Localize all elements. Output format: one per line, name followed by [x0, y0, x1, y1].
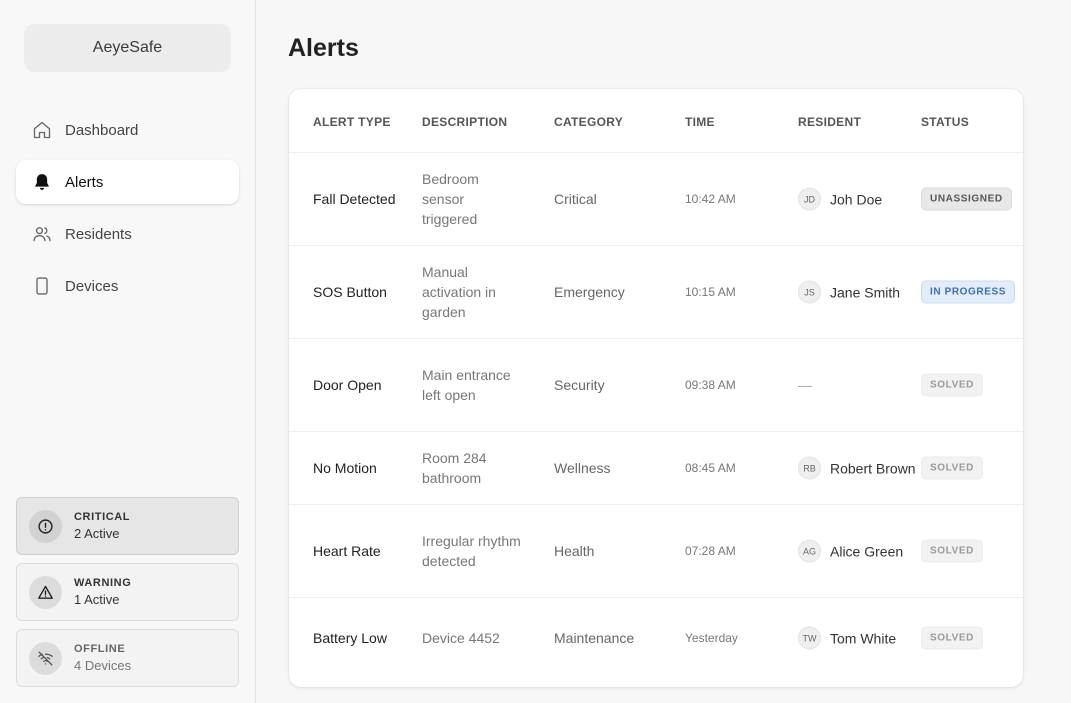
- app-logo[interactable]: AeyeSafe: [24, 24, 231, 72]
- table-row[interactable]: Door Open Main entrance left open Securi…: [289, 339, 1023, 432]
- status-cell: SOLVED: [921, 539, 983, 563]
- sidebar-item-alerts[interactable]: Alerts: [16, 160, 239, 204]
- device-icon: [32, 276, 52, 296]
- sidebar-item-dashboard[interactable]: Dashboard: [16, 108, 239, 152]
- resident-cell[interactable]: JD Joh Doe: [798, 187, 883, 211]
- resident-cell: —: [798, 377, 812, 393]
- description-cell: Bedroom sensor triggered: [422, 171, 479, 227]
- status-cell: SOLVED: [921, 373, 983, 397]
- status-cell: SOLVED: [921, 626, 983, 650]
- time-cell: 09:38 AM: [685, 378, 736, 392]
- avatar: JD: [798, 187, 821, 211]
- app-name: AeyeSafe: [92, 39, 163, 56]
- wifi-off-icon: [29, 641, 62, 675]
- stat-label: CRITICAL: [74, 511, 131, 523]
- time-cell: 10:42 AM: [685, 192, 736, 206]
- status-cell: SOLVED: [921, 456, 983, 480]
- alert-type-cell: Door Open: [313, 377, 382, 393]
- sidebar-item-label: Devices: [65, 277, 119, 295]
- table-row[interactable]: Heart Rate Irregular rhythm detected Hea…: [289, 505, 1023, 598]
- sidebar-item-label: Residents: [65, 225, 132, 243]
- status-badge[interactable]: SOLVED: [921, 626, 983, 650]
- warning-triangle-icon: [29, 575, 62, 609]
- category-cell: Health: [554, 543, 595, 559]
- sidebar-item-label: Alerts: [65, 173, 104, 191]
- status-badge[interactable]: SOLVED: [921, 539, 983, 563]
- description-cell: Manual activation in garden: [422, 264, 496, 320]
- table-row[interactable]: SOS Button Manual activation in garden E…: [289, 246, 1023, 339]
- description-cell: Main entrance left open: [422, 367, 511, 403]
- resident-name: Joh Doe: [830, 191, 883, 207]
- table-row[interactable]: Battery Low Device 4452 Maintenance Yest…: [289, 598, 1023, 678]
- alert-circle-icon: [29, 509, 62, 543]
- resident-name: Tom White: [830, 630, 897, 646]
- resident-name: Robert Brown: [830, 460, 916, 476]
- description-cell: Room 284 bathroom: [422, 450, 487, 486]
- status-badge[interactable]: SOLVED: [921, 456, 983, 480]
- offline-stat-card[interactable]: OFFLINE 4 Devices: [16, 629, 239, 687]
- description-cell: Irregular rhythm detected: [422, 533, 521, 569]
- critical-stat-card[interactable]: CRITICAL 2 Active: [16, 497, 239, 555]
- sidebar-nav: Dashboard Alerts Residents Devices: [16, 108, 239, 316]
- users-icon: [32, 224, 52, 244]
- time-cell: 08:45 AM: [685, 461, 736, 475]
- description-cell: Device 4452: [422, 630, 500, 646]
- bell-icon: [32, 172, 52, 192]
- table-row[interactable]: No Motion Room 284 bathroom Wellness 08:…: [289, 432, 1023, 505]
- status-badge[interactable]: UNASSIGNED: [921, 187, 1012, 211]
- avatar: RB: [798, 456, 821, 480]
- alert-type-cell: Heart Rate: [313, 543, 381, 559]
- alert-type-cell: No Motion: [313, 460, 377, 476]
- resident-cell[interactable]: AG Alice Green: [798, 539, 904, 563]
- avatar: AG: [798, 539, 821, 563]
- category-cell: Maintenance: [554, 630, 635, 646]
- stat-value: 4 Devices: [74, 658, 132, 673]
- stat-label: OFFLINE: [74, 643, 126, 655]
- status-cell: UNASSIGNED: [921, 187, 1012, 211]
- table-header: ALERT TYPE DESCRIPTION CATEGORY TIME RES…: [289, 89, 1023, 153]
- avatar: JS: [798, 280, 821, 304]
- time-cell: Yesterday: [685, 631, 738, 645]
- alert-type-cell: Fall Detected: [313, 191, 396, 207]
- category-cell: Security: [554, 377, 605, 393]
- time-cell: 07:28 AM: [685, 544, 736, 558]
- resident-name: Jane Smith: [830, 284, 901, 300]
- stat-value: 2 Active: [74, 526, 120, 541]
- category-cell: Critical: [554, 191, 597, 207]
- category-cell: Emergency: [554, 284, 625, 300]
- column-header-category[interactable]: CATEGORY: [554, 115, 623, 129]
- column-header-resident[interactable]: RESIDENT: [798, 115, 861, 129]
- resident-cell[interactable]: JS Jane Smith: [798, 280, 901, 304]
- stat-value: 1 Active: [74, 592, 120, 607]
- resident-cell[interactable]: RB Robert Brown: [798, 456, 916, 480]
- status-badge[interactable]: IN PROGRESS: [921, 280, 1016, 304]
- sidebar-item-devices[interactable]: Devices: [16, 264, 239, 308]
- resident-name: Alice Green: [830, 543, 904, 559]
- column-header-status[interactable]: STATUS: [921, 115, 969, 129]
- category-cell: Wellness: [554, 460, 611, 476]
- resident-cell[interactable]: TW Tom White: [798, 626, 897, 650]
- home-icon: [32, 120, 52, 140]
- avatar: TW: [798, 626, 821, 650]
- alerts-table: ALERT TYPE DESCRIPTION CATEGORY TIME RES…: [289, 89, 1023, 687]
- status-cell: IN PROGRESS: [921, 280, 1016, 304]
- sidebar-item-residents[interactable]: Residents: [16, 212, 239, 256]
- no-resident-placeholder: —: [798, 377, 812, 393]
- time-cell: 10:15 AM: [685, 285, 736, 299]
- column-header-description[interactable]: DESCRIPTION: [422, 115, 507, 129]
- alert-type-cell: SOS Button: [313, 284, 387, 300]
- column-header-alert-type[interactable]: ALERT TYPE: [313, 115, 391, 129]
- alert-type-cell: Battery Low: [313, 630, 387, 646]
- page-title: Alerts: [288, 34, 359, 62]
- table-row[interactable]: Fall Detected Bedroom sensor triggered C…: [289, 153, 1023, 246]
- stat-label: WARNING: [74, 577, 132, 589]
- sidebar: AeyeSafe Dashboard Alerts Residents Devi…: [0, 0, 256, 703]
- status-badge[interactable]: SOLVED: [921, 373, 983, 397]
- sidebar-item-label: Dashboard: [65, 121, 139, 139]
- column-header-time[interactable]: TIME: [685, 115, 715, 129]
- warning-stat-card[interactable]: WARNING 1 Active: [16, 563, 239, 621]
